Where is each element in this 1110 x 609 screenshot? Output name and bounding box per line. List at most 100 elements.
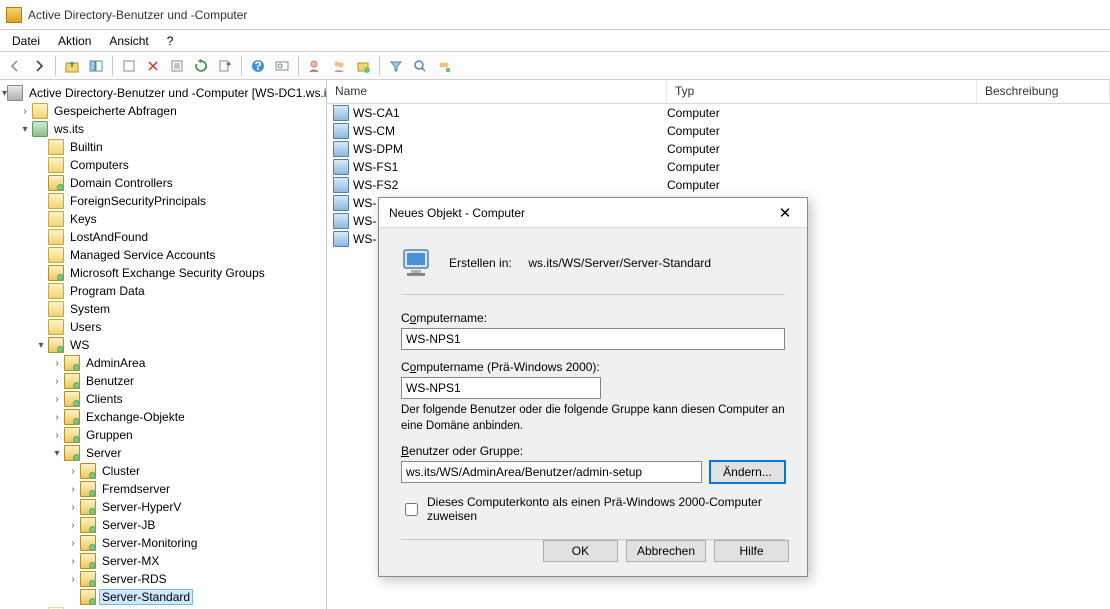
new-group-button[interactable]	[328, 55, 350, 77]
chevron-right-icon[interactable]: ›	[66, 538, 80, 549]
cut-button[interactable]	[118, 55, 140, 77]
tree-mesg[interactable]: Microsoft Exchange Security Groups	[0, 264, 326, 282]
list-item-name: WS-	[353, 196, 376, 210]
tree-fsp[interactable]: ForeignSecurityPrincipals	[0, 192, 326, 210]
filter-button[interactable]	[385, 55, 407, 77]
tree-msa[interactable]: Managed Service Accounts	[0, 246, 326, 264]
computer-icon	[333, 177, 349, 193]
chevron-down-icon[interactable]: ▾	[50, 448, 64, 459]
folder-icon	[48, 247, 64, 263]
list-item-type: Computer	[667, 178, 977, 192]
ou-icon	[64, 427, 80, 443]
chevron-right-icon[interactable]: ›	[66, 484, 80, 495]
tree-ws-server[interactable]: ▾Server	[0, 444, 326, 462]
navigation-tree[interactable]: ▾Active Directory-Benutzer und -Computer…	[0, 80, 327, 609]
add-to-group-button[interactable]	[433, 55, 455, 77]
pre2000-checkbox[interactable]	[405, 503, 418, 516]
chevron-right-icon[interactable]: ›	[66, 466, 80, 477]
tree-ws[interactable]: ▾WS	[0, 336, 326, 354]
list-item-name: WS-DPM	[353, 142, 403, 156]
tree-lostandfound[interactable]: LostAndFound	[0, 228, 326, 246]
list-item[interactable]: WS-FS1Computer	[327, 158, 1110, 176]
pre2000-name-input[interactable]	[401, 377, 601, 399]
show-hide-tree-button[interactable]	[85, 55, 107, 77]
chevron-right-icon[interactable]: ›	[66, 502, 80, 513]
menu-help[interactable]: ?	[159, 32, 182, 50]
tree-program-data[interactable]: Program Data	[0, 282, 326, 300]
help-button[interactable]: Hilfe	[714, 540, 789, 562]
tree-ws-adminarea[interactable]: ›AdminArea	[0, 354, 326, 372]
chevron-right-icon[interactable]: ›	[50, 358, 64, 369]
chevron-right-icon[interactable]: ›	[66, 520, 80, 531]
folder-icon	[48, 319, 64, 335]
computer-name-input[interactable]	[401, 328, 785, 350]
properties-button[interactable]	[166, 55, 188, 77]
dialog-close-button[interactable]: ✕	[773, 201, 797, 225]
refresh-button[interactable]	[190, 55, 212, 77]
tree-domain[interactable]: ▾ws.its	[0, 120, 326, 138]
ok-button[interactable]: OK	[543, 540, 618, 562]
ou-icon	[64, 391, 80, 407]
tree-ws-clients[interactable]: ›Clients	[0, 390, 326, 408]
tree-ws-exchange[interactable]: ›Exchange-Objekte	[0, 408, 326, 426]
delete-button[interactable]	[142, 55, 164, 77]
chevron-right-icon[interactable]: ›	[50, 412, 64, 423]
tree-srv-standard[interactable]: Server-Standard	[0, 588, 326, 606]
list-item[interactable]: WS-DPMComputer	[327, 140, 1110, 158]
tree-system[interactable]: System	[0, 300, 326, 318]
folder-icon	[32, 103, 48, 119]
cancel-button[interactable]: Abbrechen	[626, 540, 706, 562]
list-item[interactable]: WS-CA1Computer	[327, 104, 1110, 122]
tree-root[interactable]: ▾Active Directory-Benutzer und -Computer…	[0, 84, 326, 102]
column-name[interactable]: Name	[327, 80, 667, 103]
tree-srv-jb[interactable]: ›Server-JB	[0, 516, 326, 534]
tree-ws-gruppen[interactable]: ›Gruppen	[0, 426, 326, 444]
tree-srv-cluster[interactable]: ›Cluster	[0, 462, 326, 480]
help-button[interactable]: ?	[247, 55, 269, 77]
tree-domain-controllers[interactable]: Domain Controllers	[0, 174, 326, 192]
tree-srv-rds[interactable]: ›Server-RDS	[0, 570, 326, 588]
chevron-right-icon[interactable]: ›	[50, 394, 64, 405]
tree-srv-mx[interactable]: ›Server-MX	[0, 552, 326, 570]
tree-users[interactable]: Users	[0, 318, 326, 336]
find-button[interactable]	[271, 55, 293, 77]
menu-datei[interactable]: Datei	[4, 32, 48, 50]
change-button[interactable]: Ändern...	[710, 461, 785, 483]
tree-builtin[interactable]: Builtin	[0, 138, 326, 156]
tree-keys[interactable]: Keys	[0, 210, 326, 228]
chevron-right-icon[interactable]: ›	[18, 106, 32, 117]
list-item[interactable]: WS-FS2Computer	[327, 176, 1110, 194]
chevron-right-icon[interactable]: ›	[50, 430, 64, 441]
tree-computers[interactable]: Computers	[0, 156, 326, 174]
menu-aktion[interactable]: Aktion	[50, 32, 99, 50]
chevron-right-icon[interactable]: ›	[66, 574, 80, 585]
export-button[interactable]	[214, 55, 236, 77]
chevron-down-icon[interactable]: ▾	[34, 340, 48, 351]
computer-large-icon	[401, 246, 435, 280]
nav-forward-button[interactable]	[28, 55, 50, 77]
tree-ws-benutzer[interactable]: ›Benutzer	[0, 372, 326, 390]
tree-srv-mon[interactable]: ›Server-Monitoring	[0, 534, 326, 552]
new-user-button[interactable]	[304, 55, 326, 77]
tree-srv-hyperv[interactable]: ›Server-HyperV	[0, 498, 326, 516]
up-button[interactable]	[61, 55, 83, 77]
column-desc[interactable]: Beschreibung	[977, 80, 1110, 103]
list-item[interactable]: WS-CMComputer	[327, 122, 1110, 140]
tree-srv-fremd[interactable]: ›Fremdserver	[0, 480, 326, 498]
computer-icon	[333, 105, 349, 121]
menu-ansicht[interactable]: Ansicht	[101, 32, 156, 50]
nav-back-button[interactable]	[4, 55, 26, 77]
search-button[interactable]	[409, 55, 431, 77]
chevron-right-icon[interactable]: ›	[50, 376, 64, 387]
column-type[interactable]: Typ	[667, 80, 977, 103]
ou-icon	[64, 373, 80, 389]
new-ou-button[interactable]	[352, 55, 374, 77]
chevron-right-icon[interactable]: ›	[66, 556, 80, 567]
ou-icon	[64, 355, 80, 371]
user-group-input[interactable]	[401, 461, 702, 483]
chevron-down-icon[interactable]: ▾	[18, 124, 32, 135]
folder-icon	[48, 283, 64, 299]
list-item-type: Computer	[667, 124, 977, 138]
tree-saved-queries[interactable]: ›Gespeicherte Abfragen	[0, 102, 326, 120]
ou-icon	[64, 409, 80, 425]
